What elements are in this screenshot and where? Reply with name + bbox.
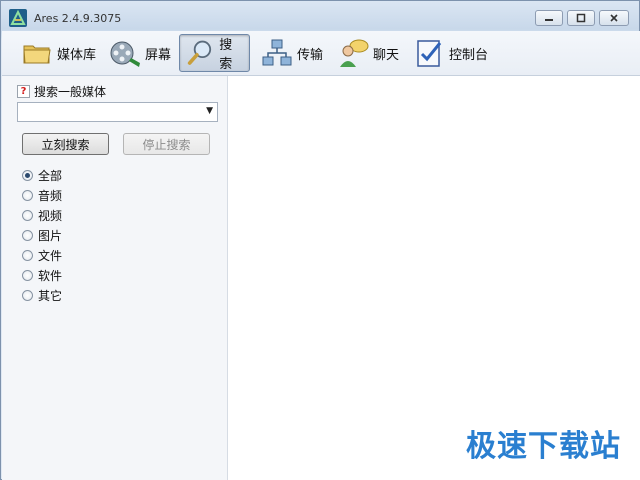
tab-screen[interactable]: 屏幕 [102,34,178,72]
tab-control[interactable]: 控制台 [406,34,495,72]
dropdown-arrow-icon[interactable]: ▼ [206,106,213,116]
search-query-combobox[interactable]: ▼ [17,102,218,122]
radio-label: 软件 [38,269,63,283]
tab-transfer[interactable]: 传输 [254,34,330,72]
radio-type-video[interactable]: 视频 [22,207,62,224]
close-icon [610,14,618,22]
chat-users-icon [340,39,369,67]
magnifier-icon [187,40,212,65]
radio-label: 文件 [38,249,63,263]
radio-type-document[interactable]: 文件 [22,247,62,264]
search-header: ? 搜索一般媒体 [17,83,106,100]
close-button[interactable] [599,10,629,26]
radio-label: 视频 [38,209,63,223]
radio-type-all[interactable]: 全部 [22,167,62,184]
radio-button[interactable] [22,190,33,201]
tab-chat-label: 聊天 [373,47,400,63]
radio-label: 其它 [38,289,63,303]
stop-search-button[interactable]: 停止搜索 [123,133,210,155]
control-panel-icon [417,40,442,67]
radio-type-software[interactable]: 软件 [22,267,62,284]
tab-chat[interactable]: 聊天 [330,34,406,72]
network-icon [262,39,292,66]
radio-label: 音频 [38,189,63,203]
maximize-icon [576,13,586,23]
radio-type-other[interactable]: 其它 [22,287,62,304]
radio-button[interactable] [22,250,33,261]
radio-button[interactable] [22,230,33,241]
tab-search[interactable]: 搜索 [179,34,250,72]
search-options-panel: ? 搜索一般媒体 ▼ 立刻搜索 停止搜索 全部 音频 视频 图片 文件 软件 其… [2,76,228,480]
tab-search-label: 搜索 [219,38,233,72]
ares-logo-icon [9,9,27,27]
radio-button[interactable] [22,290,33,301]
radio-button[interactable] [22,210,33,221]
radio-type-audio[interactable]: 音频 [22,187,62,204]
maximize-button[interactable] [567,10,595,26]
radio-label: 全部 [38,169,63,183]
film-reel-icon [110,41,140,67]
tab-control-label: 控制台 [449,47,489,63]
window-title: Ares 2.4.9.3075 [34,12,122,25]
radio-button[interactable] [22,270,33,281]
minimize-icon [545,19,553,21]
app-window: Ares 2.4.9.3075 媒体库 屏幕 搜索 传输 聊天 控制台 ? 搜索… [0,0,640,480]
minimize-button[interactable] [535,10,563,26]
help-icon[interactable]: ? [17,85,30,98]
tab-library[interactable]: 媒体库 [14,34,103,72]
folder-icon [23,45,51,64]
radio-type-image[interactable]: 图片 [22,227,62,244]
radio-label: 图片 [38,229,63,243]
title-bar[interactable]: Ares 2.4.9.3075 [1,1,639,35]
tab-screen-label: 屏幕 [145,47,172,63]
search-header-label: 搜索一般媒体 [34,85,107,99]
watermark-text: 极速下载站 [466,429,621,464]
tab-library-label: 媒体库 [57,47,97,63]
search-results-area[interactable] [228,76,640,480]
radio-button[interactable] [22,170,33,181]
main-toolbar: 媒体库 屏幕 搜索 传输 聊天 控制台 [2,31,640,76]
tab-transfer-label: 传输 [297,47,324,63]
search-now-button[interactable]: 立刻搜索 [22,133,109,155]
